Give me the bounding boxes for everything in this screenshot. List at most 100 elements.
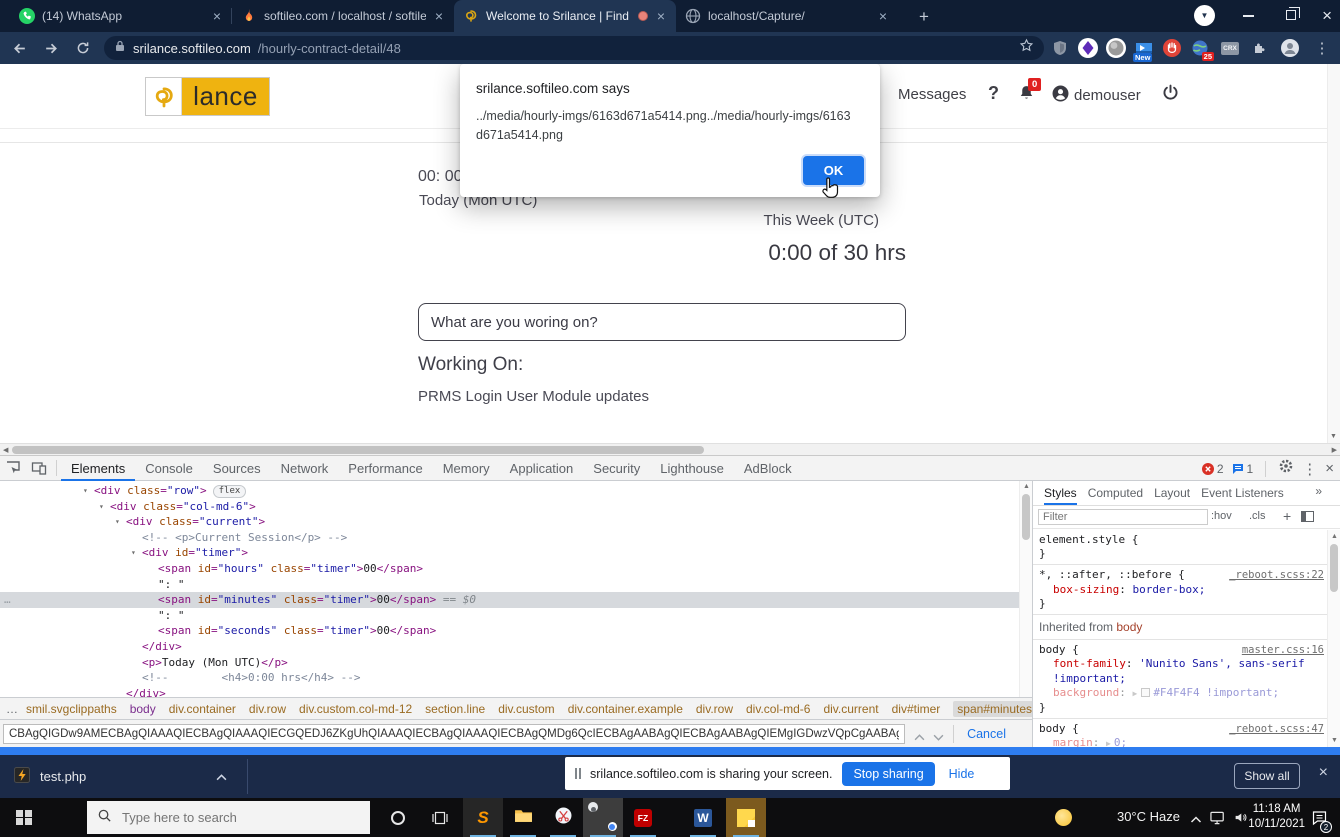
tree-node[interactable]: </div>	[0, 639, 1019, 655]
styles-tab-event-listeners[interactable]: Event Listeners	[1201, 481, 1284, 505]
hov-toggle[interactable]: :hov	[1211, 510, 1232, 522]
browser-tab[interactable]: (14) WhatsApp ×	[10, 0, 232, 32]
devtools-tab-security[interactable]: Security	[583, 456, 650, 481]
minimize-button[interactable]	[1243, 15, 1254, 17]
taskbar-app-file-explorer[interactable]	[503, 798, 543, 837]
rule-selector[interactable]: element.style {	[1039, 533, 1138, 546]
working-on-input[interactable]	[418, 303, 906, 341]
node-menu-icon[interactable]: …	[4, 592, 11, 608]
styles-tab-layout[interactable]: Layout	[1154, 481, 1190, 505]
styles-tab-computed[interactable]: Computed	[1088, 481, 1143, 505]
reload-button[interactable]	[72, 37, 94, 59]
console-error-count[interactable]: 2	[1201, 462, 1224, 476]
browser-tab[interactable]: Welcome to Srilance | Find D ×	[454, 0, 676, 32]
color-swatch-icon[interactable]	[1141, 687, 1151, 697]
tree-node[interactable]: <span id="hours" class="timer">00</span>	[0, 561, 1019, 577]
elements-scrollbar[interactable]: ▲	[1019, 481, 1032, 697]
profile-avatar-icon[interactable]	[1278, 36, 1302, 60]
browser-menu-icon[interactable]: ⋮	[1310, 36, 1334, 60]
help-icon[interactable]: ?	[988, 83, 999, 104]
browser-tab[interactable]: softileo.com / localhost / softileo ×	[231, 0, 454, 32]
new-tab-button[interactable]: +	[912, 5, 936, 29]
crx-extension-icon[interactable]: CRX	[1218, 36, 1242, 60]
breadcrumb-item[interactable]: div.current	[823, 702, 878, 716]
download-item[interactable]: test.php	[14, 755, 227, 798]
tree-node[interactable]: <!-- <h4>0:00 hrs</h4> -->	[0, 670, 1019, 686]
notification-bell-icon[interactable]: 0	[1018, 78, 1042, 107]
inspect-element-icon[interactable]	[0, 456, 26, 481]
breadcrumb-overflow[interactable]: …	[6, 702, 18, 716]
new-style-rule-icon[interactable]: +	[1283, 508, 1291, 524]
back-button[interactable]	[8, 37, 30, 59]
task-view-icon[interactable]	[420, 798, 460, 837]
stylesheet-link[interactable]: _reboot.scss:47	[1229, 722, 1324, 736]
bookmark-star-icon[interactable]	[1019, 38, 1034, 58]
restore-button[interactable]	[1286, 7, 1300, 20]
volume-icon[interactable]	[1233, 811, 1248, 829]
shield-extension-icon[interactable]	[1048, 36, 1072, 60]
devtools-close-icon[interactable]: ×	[1325, 460, 1334, 477]
breadcrumb-item[interactable]: div.col-md-6	[746, 702, 810, 716]
breadcrumb-item[interactable]: div.row	[696, 702, 733, 716]
tree-node[interactable]: ": "	[0, 608, 1019, 624]
tray-clock[interactable]: 11:18 AM 10/11/2021	[1248, 802, 1305, 832]
inherited-node-link[interactable]: body	[1116, 620, 1142, 634]
tree-node[interactable]: <span id="seconds" class="timer">00</spa…	[0, 623, 1019, 639]
tree-node[interactable]: ▾ <div id="timer">	[0, 545, 1019, 561]
devtools-tab-network[interactable]: Network	[271, 456, 339, 481]
stylesheet-link[interactable]: _reboot.scss:22	[1229, 568, 1324, 582]
device-toolbar-icon[interactable]	[26, 456, 52, 481]
tab-close-icon[interactable]: ×	[877, 9, 889, 23]
css-property[interactable]: box-sizing: border-box;	[1039, 583, 1324, 597]
devtools-settings-gear-icon[interactable]	[1278, 458, 1294, 479]
devtools-tab-console[interactable]: Console	[135, 456, 203, 481]
tree-node[interactable]: <p>Today (Mon UTC)</p>	[0, 655, 1019, 671]
find-input[interactable]	[3, 724, 905, 744]
tree-node[interactable]: … <span id="minutes" class="timer">00</sp…	[0, 592, 1019, 608]
find-cancel-button[interactable]: Cancel	[967, 727, 1006, 741]
devtools-tab-memory[interactable]: Memory	[433, 456, 500, 481]
expand-arrow-icon[interactable]: ▾	[99, 499, 110, 515]
page-horizontal-scrollbar[interactable]: ◀ ▶	[0, 443, 1340, 455]
weather-icon[interactable]	[1055, 809, 1072, 826]
tray-chevron-icon[interactable]	[1190, 811, 1202, 829]
gray-sphere-extension-icon[interactable]	[1104, 36, 1128, 60]
devtools-menu-icon[interactable]: ⋮	[1302, 460, 1317, 478]
profile-caret-button[interactable]: ▼	[1194, 5, 1215, 26]
network-icon[interactable]	[1210, 811, 1227, 830]
weather-status[interactable]: 30°C Haze	[1117, 809, 1180, 824]
tab-close-icon[interactable]: ×	[655, 9, 667, 23]
css-property[interactable]: background: ▶ #F4F4F4 !important;	[1039, 686, 1324, 701]
styles-scrollbar[interactable]: ▲ ▼	[1327, 530, 1340, 747]
devtools-tab-elements[interactable]: Elements	[61, 456, 135, 481]
taskbar-app-word[interactable]: W	[683, 798, 723, 837]
breadcrumb-item[interactable]: div.container	[169, 702, 236, 716]
taskbar-app-sublime[interactable]: S	[463, 798, 503, 837]
devtools-tab-lighthouse[interactable]: Lighthouse	[650, 456, 734, 481]
tree-node[interactable]: <!-- <p>Current Session</p> -->	[0, 530, 1019, 546]
close-download-bar-icon[interactable]: ×	[1319, 764, 1328, 782]
breadcrumb-item[interactable]: div#timer	[892, 702, 941, 716]
rule-selector[interactable]: *, ::after, ::before {	[1039, 568, 1185, 581]
screencast-extension-icon[interactable]: New	[1132, 36, 1156, 62]
stylesheet-link[interactable]: master.css:16	[1242, 643, 1324, 657]
breadcrumb-item[interactable]: div.custom.col-md-12	[299, 702, 412, 716]
css-property[interactable]: margin: ▶ 0;	[1039, 736, 1324, 747]
cortana-icon[interactable]	[378, 798, 418, 837]
forward-button[interactable]	[40, 37, 62, 59]
tree-node[interactable]: ": "	[0, 577, 1019, 593]
breadcrumb-item[interactable]: smil.svgclippaths	[26, 702, 117, 716]
taskbar-app-filezilla[interactable]: FZ	[623, 798, 663, 837]
puzzle-extensions-icon[interactable]	[1248, 36, 1272, 60]
breadcrumb-item[interactable]: div.custom	[498, 702, 554, 716]
cls-toggle[interactable]: .cls	[1249, 510, 1266, 522]
tree-node[interactable]: ▾ <div class="row"> flex	[0, 483, 1019, 499]
devtools-tab-application[interactable]: Application	[500, 456, 584, 481]
srilance-logo[interactable]: lance	[145, 77, 270, 116]
taskbar-app-snipping-tool[interactable]	[543, 798, 583, 837]
taskbar-app-sticky-notes[interactable]	[726, 798, 766, 837]
download-caret-icon[interactable]	[216, 769, 227, 784]
close-window-button[interactable]: ×	[1322, 4, 1332, 28]
styles-tab-styles[interactable]: Styles	[1044, 481, 1077, 505]
flex-badge[interactable]: flex	[212, 485, 247, 498]
